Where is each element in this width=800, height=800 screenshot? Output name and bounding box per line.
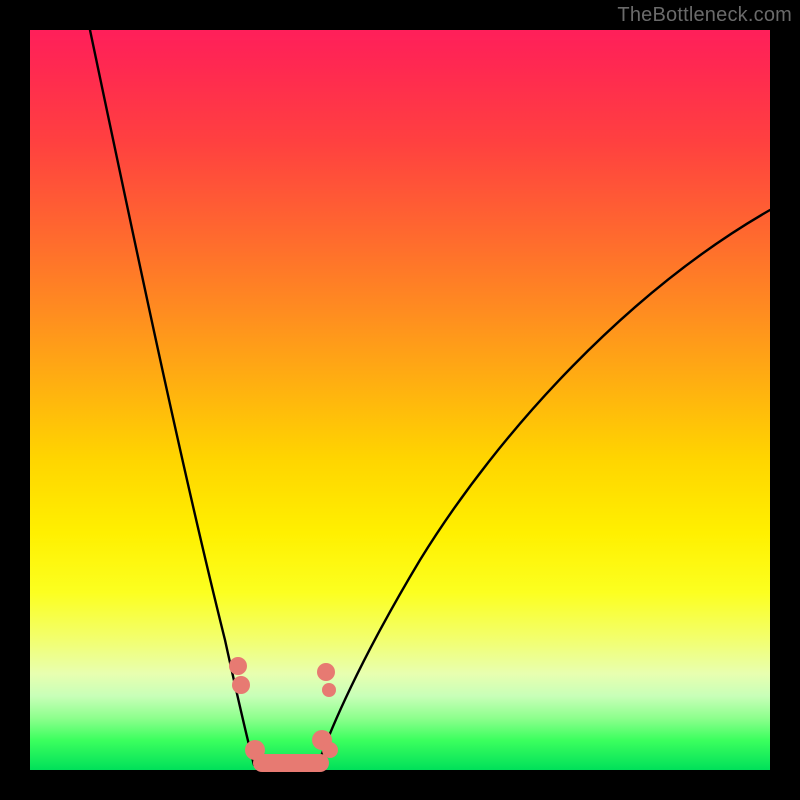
chart-frame: TheBottleneck.com xyxy=(0,0,800,800)
marker-dot xyxy=(322,683,336,697)
marker-dot xyxy=(232,676,250,694)
curve-right-branch xyxy=(318,210,770,765)
marker-dot xyxy=(317,663,335,681)
plot-area xyxy=(30,30,770,770)
watermark-text: TheBottleneck.com xyxy=(617,4,792,27)
marker-dot xyxy=(229,657,247,675)
marker-dot xyxy=(322,742,338,758)
curve-layer xyxy=(30,30,770,770)
marker-dot xyxy=(245,740,265,760)
curve-left-branch xyxy=(90,30,254,765)
